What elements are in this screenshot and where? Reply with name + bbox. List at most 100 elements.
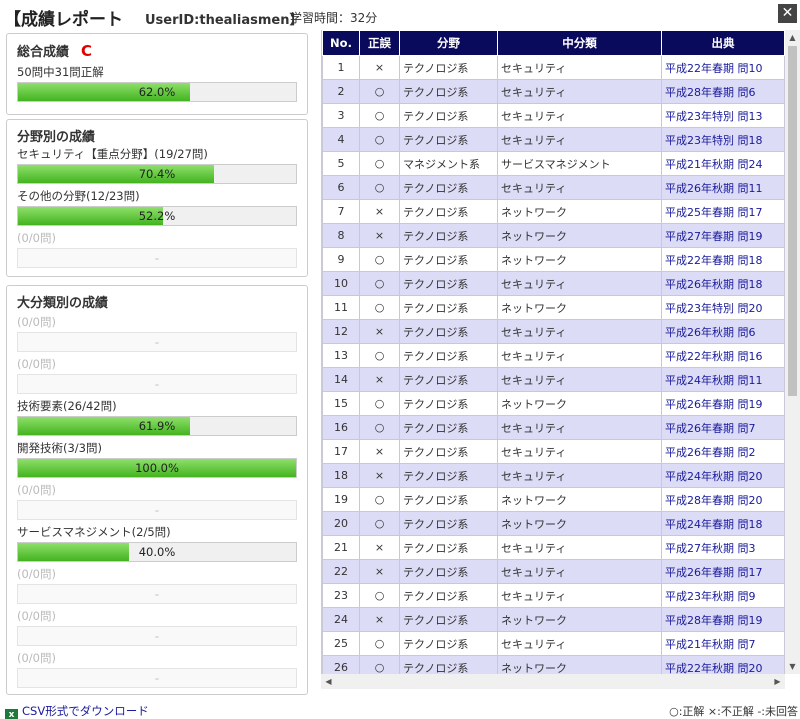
col-header-field[interactable]: 分野 — [399, 30, 498, 56]
horizontal-scrollbar[interactable]: ◀ ▶ — [321, 674, 785, 689]
cell-source[interactable]: 平成21年秋期 問7 — [661, 631, 785, 656]
overall-panel: 総合成績 C 50問中31問正解 62.0% — [6, 33, 308, 115]
cell-source[interactable]: 平成24年秋期 問20 — [661, 463, 785, 488]
table-row[interactable]: 12 × テクノロジ系 セキュリティ 平成26年秋期 問6 — [322, 319, 785, 344]
cell-result: ○ — [359, 487, 400, 512]
cell-no: 15 — [322, 391, 360, 416]
category-label: (0/0問) — [17, 357, 56, 371]
cell-source[interactable]: 平成26年春期 問17 — [661, 559, 785, 584]
cell-source[interactable]: 平成22年春期 問10 — [661, 55, 785, 80]
table-row[interactable]: 13 ○ テクノロジ系 セキュリティ 平成22年秋期 問16 — [322, 343, 785, 368]
cell-source[interactable]: 平成26年秋期 問18 — [661, 271, 785, 296]
table-row[interactable]: 7 × テクノロジ系 ネットワーク 平成25年春期 問17 — [322, 199, 785, 224]
col-header-result[interactable]: 正誤 — [359, 30, 400, 56]
cell-subcategory: セキュリティ — [497, 319, 662, 344]
csv-download-link[interactable]: x CSV形式でダウンロード — [5, 703, 149, 719]
close-button[interactable]: ✕ — [778, 4, 797, 23]
table-row[interactable]: 6 ○ テクノロジ系 セキュリティ 平成26年秋期 問11 — [322, 175, 785, 200]
cell-no: 22 — [322, 559, 360, 584]
category-percent: - — [154, 629, 160, 643]
cell-source[interactable]: 平成28年春期 問20 — [661, 487, 785, 512]
table-row[interactable]: 19 ○ テクノロジ系 ネットワーク 平成28年春期 問20 — [322, 487, 785, 512]
cell-source[interactable]: 平成26年春期 問19 — [661, 391, 785, 416]
table-row[interactable]: 25 ○ テクノロジ系 セキュリティ 平成21年秋期 問7 — [322, 631, 785, 656]
cell-source[interactable]: 平成24年秋期 問11 — [661, 367, 785, 392]
overall-percent: 62.0% — [138, 85, 176, 99]
vertical-scrollbar[interactable]: ▲ ▼ — [785, 30, 800, 674]
cell-result: ○ — [359, 655, 400, 674]
table-row[interactable]: 23 ○ テクノロジ系 セキュリティ 平成23年秋期 問9 — [322, 583, 785, 608]
cell-source[interactable]: 平成23年特別 問20 — [661, 295, 785, 320]
table-row[interactable]: 21 × テクノロジ系 セキュリティ 平成27年秋期 問3 — [322, 535, 785, 560]
cell-field: テクノロジ系 — [399, 367, 498, 392]
cell-subcategory: セキュリティ — [497, 343, 662, 368]
cell-source[interactable]: 平成26年秋期 問11 — [661, 175, 785, 200]
scroll-thumb[interactable] — [788, 46, 797, 396]
table-row[interactable]: 18 × テクノロジ系 セキュリティ 平成24年秋期 問20 — [322, 463, 785, 488]
table-row[interactable]: 5 ○ マネジメント系 サービスマネジメント 平成21年秋期 問24 — [322, 151, 785, 176]
cell-source[interactable]: 平成27年春期 問19 — [661, 223, 785, 248]
category-percent: - — [154, 671, 160, 685]
scroll-right-icon[interactable]: ▶ — [770, 674, 785, 689]
table-row[interactable]: 2 ○ テクノロジ系 セキュリティ 平成28年春期 問6 — [322, 79, 785, 104]
cell-field: テクノロジ系 — [399, 439, 498, 464]
cell-source[interactable]: 平成23年特別 問18 — [661, 127, 785, 152]
table-row[interactable]: 10 ○ テクノロジ系 セキュリティ 平成26年秋期 問18 — [322, 271, 785, 296]
table-row[interactable]: 4 ○ テクノロジ系 セキュリティ 平成23年特別 問18 — [322, 127, 785, 152]
cell-subcategory: ネットワーク — [497, 511, 662, 536]
cell-result: ○ — [359, 511, 400, 536]
category-percent: - — [154, 251, 160, 265]
cell-source[interactable]: 平成23年秋期 問9 — [661, 583, 785, 608]
cell-source[interactable]: 平成26年春期 問7 — [661, 415, 785, 440]
cell-source[interactable]: 平成25年春期 問17 — [661, 199, 785, 224]
table-row[interactable]: 26 ○ テクノロジ系 ネットワーク 平成22年秋期 問20 — [322, 655, 785, 674]
table-row[interactable]: 14 × テクノロジ系 セキュリティ 平成24年秋期 問11 — [322, 367, 785, 392]
cell-source[interactable]: 平成24年春期 問18 — [661, 511, 785, 536]
cell-field: テクノロジ系 — [399, 559, 498, 584]
cell-source[interactable]: 平成21年秋期 問24 — [661, 151, 785, 176]
table-row[interactable]: 3 ○ テクノロジ系 セキュリティ 平成23年特別 問13 — [322, 103, 785, 128]
table-row[interactable]: 20 ○ テクノロジ系 ネットワーク 平成24年春期 問18 — [322, 511, 785, 536]
col-header-source[interactable]: 出典 — [661, 30, 785, 56]
scroll-left-icon[interactable]: ◀ — [321, 674, 336, 689]
table-row[interactable]: 11 ○ テクノロジ系 ネットワーク 平成23年特別 問20 — [322, 295, 785, 320]
category-progress-bar: 40.0% — [17, 542, 297, 562]
table-header-row: No. 正誤 分野 中分類 出典 — [322, 30, 785, 56]
cell-result: ○ — [359, 247, 400, 272]
table-row[interactable]: 15 ○ テクノロジ系 ネットワーク 平成26年春期 問19 — [322, 391, 785, 416]
col-header-no[interactable]: No. — [322, 30, 360, 56]
cell-source[interactable]: 平成22年秋期 問20 — [661, 655, 785, 674]
cell-field: テクノロジ系 — [399, 631, 498, 656]
table-row[interactable]: 24 × テクノロジ系 ネットワーク 平成28年春期 問19 — [322, 607, 785, 632]
table-row[interactable]: 17 × テクノロジ系 セキュリティ 平成26年春期 問2 — [322, 439, 785, 464]
cell-source[interactable]: 平成28年春期 問19 — [661, 607, 785, 632]
cell-source[interactable]: 平成22年春期 問18 — [661, 247, 785, 272]
cell-no: 20 — [322, 511, 360, 536]
cell-no: 7 — [322, 199, 360, 224]
cell-source[interactable]: 平成26年秋期 問6 — [661, 319, 785, 344]
cell-result: ○ — [359, 583, 400, 608]
scroll-up-icon[interactable]: ▲ — [785, 30, 800, 45]
category-progress-bar: - — [17, 248, 297, 268]
cell-subcategory: セキュリティ — [497, 559, 662, 584]
table-row[interactable]: 22 × テクノロジ系 セキュリティ 平成26年春期 問17 — [322, 559, 785, 584]
cell-source[interactable]: 平成27年秋期 問3 — [661, 535, 785, 560]
cell-result: ○ — [359, 343, 400, 368]
table-row[interactable]: 1 × テクノロジ系 セキュリティ 平成22年春期 問10 — [322, 55, 785, 80]
category-label: (0/0問) — [17, 651, 56, 665]
scroll-down-icon[interactable]: ▼ — [785, 659, 800, 674]
col-header-subcategory[interactable]: 中分類 — [497, 30, 662, 56]
cell-source[interactable]: 平成22年秋期 問16 — [661, 343, 785, 368]
table-row[interactable]: 8 × テクノロジ系 ネットワーク 平成27年春期 問19 — [322, 223, 785, 248]
cell-field: テクノロジ系 — [399, 487, 498, 512]
cell-source[interactable]: 平成26年春期 問2 — [661, 439, 785, 464]
cell-source[interactable]: 平成23年特別 問13 — [661, 103, 785, 128]
table-row[interactable]: 9 ○ テクノロジ系 ネットワーク 平成22年春期 問18 — [322, 247, 785, 272]
table-row[interactable]: 16 ○ テクノロジ系 セキュリティ 平成26年春期 問7 — [322, 415, 785, 440]
cell-no: 12 — [322, 319, 360, 344]
cell-source[interactable]: 平成28年春期 問6 — [661, 79, 785, 104]
cell-subcategory: ネットワーク — [497, 199, 662, 224]
cell-field: テクノロジ系 — [399, 55, 498, 80]
cell-no: 26 — [322, 655, 360, 674]
cell-subcategory: ネットワーク — [497, 655, 662, 674]
